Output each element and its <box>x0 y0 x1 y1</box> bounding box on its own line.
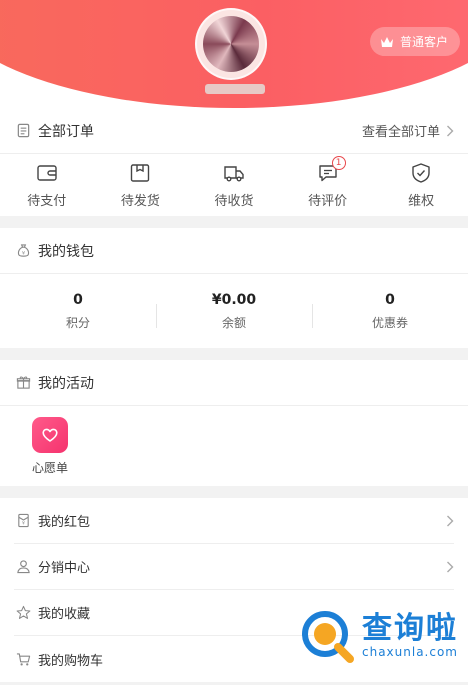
coupons-label: 优惠券 <box>371 315 408 330</box>
wallet-title: 我的钱包 <box>38 243 94 260</box>
wallet-icon <box>36 162 58 184</box>
balance-value: ¥0.00 <box>211 291 257 308</box>
view-all-orders-link[interactable]: 查看全部订单 <box>362 121 454 140</box>
crown-icon <box>380 36 393 47</box>
menu-item-favorites[interactable]: 我的收藏 <box>14 590 454 636</box>
member-level-label: 普通客户 <box>399 35 448 49</box>
section-divider <box>0 486 468 498</box>
truck-icon <box>223 162 245 184</box>
order-item-label: 待收货 <box>214 193 254 209</box>
menu-item-label: 分销中心 <box>38 561 91 576</box>
profile-page: 普通客户 全部订单 查看全部订单 待支付 待发货 待收货 1 待评价 维权 ¥ … <box>0 0 468 685</box>
order-item-label: 待支付 <box>27 193 67 209</box>
avatar[interactable] <box>195 8 267 80</box>
order-item-label: 待发货 <box>120 193 160 209</box>
activity-header: 我的活动 <box>0 360 468 406</box>
orders-title: 全部订单 <box>38 123 94 140</box>
order-list-icon <box>14 122 32 140</box>
order-pending-review[interactable]: 1 待评价 <box>281 155 375 209</box>
activity-section: 我的活动 心愿单 <box>0 360 468 486</box>
order-pending-receipt[interactable]: 待收货 <box>187 162 281 209</box>
money-bag-icon: ¥ <box>14 242 32 260</box>
heart-icon <box>32 416 68 453</box>
balance-label: 余额 <box>221 315 246 330</box>
menu-list: ¥ 我的红包 分销中心 我的收藏 我的购物车 <box>0 498 468 682</box>
svg-text:¥: ¥ <box>22 250 25 256</box>
activity-title: 我的活动 <box>38 375 94 392</box>
menu-item-distribution-center[interactable]: 分销中心 <box>14 544 454 590</box>
order-item-label: 待评价 <box>308 193 348 209</box>
review-count-badge: 1 <box>331 155 346 170</box>
wallet-coupons[interactable]: 0 优惠券 <box>312 292 468 331</box>
order-pending-shipment[interactable]: 待发货 <box>94 162 188 209</box>
wallet-points[interactable]: 0 积分 <box>0 292 156 331</box>
menu-item-label: 我的红包 <box>38 515 91 530</box>
order-status-row: 待支付 待发货 待收货 1 待评价 维权 <box>0 154 468 216</box>
chevron-right-icon <box>447 515 454 526</box>
wishlist-label: 心愿单 <box>32 460 69 475</box>
comment-icon: 1 <box>317 155 346 184</box>
wishlist-entry[interactable]: 心愿单 <box>32 416 69 476</box>
username-placeholder <box>205 84 265 94</box>
avatar-image <box>203 16 259 72</box>
points-label: 积分 <box>65 315 90 330</box>
wallet-header[interactable]: ¥ 我的钱包 <box>0 228 468 274</box>
section-divider <box>0 348 468 360</box>
red-envelope-icon: ¥ <box>14 512 32 530</box>
chevron-right-icon <box>447 561 454 572</box>
chevron-right-icon <box>447 125 454 136</box>
menu-item-red-envelope[interactable]: ¥ 我的红包 <box>14 498 454 544</box>
package-icon <box>129 162 151 184</box>
cart-icon <box>14 650 32 668</box>
activity-items-row: 心愿单 <box>0 406 468 486</box>
profile-header: 普通客户 <box>0 0 468 108</box>
orders-header: 全部订单 查看全部订单 <box>0 108 468 154</box>
order-item-label: 维权 <box>408 193 435 209</box>
order-pending-payment[interactable]: 待支付 <box>0 162 94 209</box>
orders-section: 全部订单 查看全部订单 待支付 待发货 待收货 1 待评价 维权 <box>0 108 468 216</box>
star-icon <box>14 604 32 622</box>
gift-icon <box>14 374 32 392</box>
shield-icon <box>410 162 432 184</box>
wallet-stats-row: 0 积分 ¥0.00 余额 0 优惠券 <box>0 274 468 348</box>
view-all-orders-label: 查看全部订单 <box>361 125 440 140</box>
coupons-value: 0 <box>385 291 395 308</box>
menu-item-label: 我的收藏 <box>38 607 91 622</box>
user-icon <box>14 558 32 576</box>
wallet-balance[interactable]: ¥0.00 余额 <box>156 292 312 331</box>
member-level-badge[interactable]: 普通客户 <box>369 27 460 56</box>
section-divider <box>0 216 468 228</box>
svg-text:¥: ¥ <box>22 521 25 526</box>
order-rights-protection[interactable]: 维权 <box>374 162 468 209</box>
wallet-section: ¥ 我的钱包 0 积分 ¥0.00 余额 0 优惠券 <box>0 228 468 348</box>
points-value: 0 <box>73 291 83 308</box>
menu-item-shopping-cart[interactable]: 我的购物车 <box>14 636 454 682</box>
menu-item-label: 我的购物车 <box>38 653 104 669</box>
